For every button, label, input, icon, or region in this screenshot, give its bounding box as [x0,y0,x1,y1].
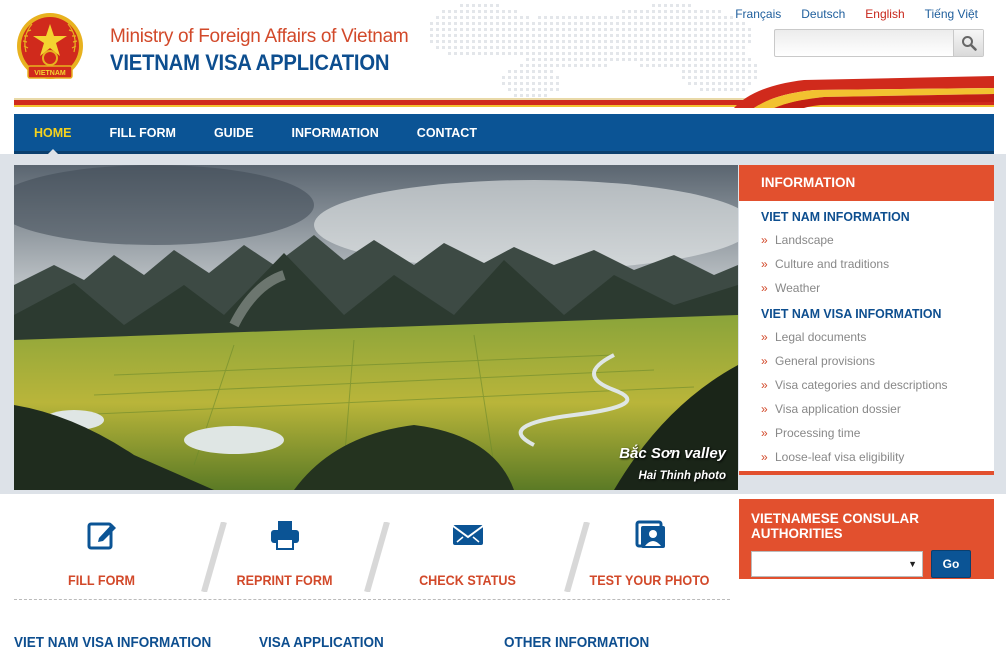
go-button[interactable]: Go [931,550,971,578]
dropdown-arrow-icon: ▼ [908,559,917,569]
nav-information[interactable]: INFORMATION [292,114,379,151]
info-link-processing-time[interactable]: Processing time [761,421,994,445]
printer-icon [270,521,299,550]
bottom-heading-other-information: OTHER INFORMATION [504,634,650,651]
edit-form-icon [87,522,116,550]
nav-guide[interactable]: GUIDE [214,114,254,151]
language-switcher: Français Deutsch English Tiếng Việt [735,7,978,21]
consular-authorities-title: VIETNAMESE CONSULAR AUTHORITIES [751,511,920,541]
info-link-culture[interactable]: Culture and traditions [761,252,994,276]
info-link-visa-dossier[interactable]: Visa application dossier [761,397,994,421]
reprint-form-action-label: REPRINT FORM [236,572,333,588]
lang-deutsch[interactable]: Deutsch [801,7,845,21]
nav-fill-form-label: FILL FORM [109,125,176,140]
lang-english[interactable]: English [865,7,904,21]
nav-contact[interactable]: CONTACT [417,114,477,151]
nav-guide-label: GUIDE [213,125,254,140]
search-box [774,29,984,57]
bottom-heading-visa-information: VIET NAM VISA INFORMATION [14,634,212,651]
info-link-landscape[interactable]: Landscape [761,228,994,252]
header-ribbon-decoration [14,76,994,108]
bottom-heading-visa-application: VISA APPLICATION [259,634,384,651]
lang-francais[interactable]: Français [735,7,781,21]
info-section-heading[interactable]: VIET NAM INFORMATION [761,209,982,224]
envelope-icon [451,525,484,545]
valley-landscape-image [14,165,738,490]
main-navigation: HOME FILL FORM GUIDE INFORMATION CONTACT [14,114,994,155]
hero-photo-credit: Hai Thinh photo [638,470,726,482]
check-status-action[interactable]: CHECK STATUS [380,514,555,598]
ministry-name: Ministry of Foreign Affairs of Vietnam [110,26,409,47]
quick-actions: FILL FORM REPRINT FORM CHECK STATUS TEST… [14,500,730,600]
nav-contact-label: CONTACT [416,125,477,140]
site-header: VIETNAM Ministry of Foreign Affairs of V… [0,0,1006,112]
nav-information-label: INFORMATION [291,125,379,140]
info-link-loose-leaf-visa[interactable]: Loose-leaf visa eligibility [761,445,994,469]
search-button[interactable] [953,30,983,56]
photo-portrait-icon [635,520,665,548]
nav-fill-form[interactable]: FILL FORM [110,114,176,151]
consular-authority-select[interactable]: ▼ [751,551,923,577]
search-input[interactable] [775,30,953,56]
consular-authorities-box: VIETNAMESE CONSULAR AUTHORITIES ▼ Go [739,499,994,579]
info-link-weather[interactable]: Weather [761,276,994,300]
fill-form-action-label: FILL FORM [68,572,135,588]
fill-form-action[interactable]: FILL FORM [14,514,189,598]
information-panel-title: INFORMATION [739,165,994,201]
test-photo-action[interactable]: TEST YOUR PHOTO [562,514,737,598]
info-link-general-provisions[interactable]: General provisions [761,349,994,373]
nav-home[interactable]: HOME [34,114,72,155]
information-panel: INFORMATION VIET NAM INFORMATION Landsca… [739,165,994,475]
magnifier-icon [961,36,977,51]
info-section-heading[interactable]: VIET NAM VISA INFORMATION [761,306,982,321]
hero-photo: Bắc Sơn valley Hai Thinh photo [14,165,738,490]
test-photo-action-label: TEST YOUR PHOTO [589,572,710,588]
nav-home-label: HOME [34,125,72,140]
lang-tieng-viet[interactable]: Tiếng Việt [925,7,978,21]
info-link-visa-categories[interactable]: Visa categories and descriptions [761,373,994,397]
info-link-legal-documents[interactable]: Legal documents [761,325,994,349]
reprint-form-action[interactable]: REPRINT FORM [197,514,372,598]
page: VIETNAM Ministry of Foreign Affairs of V… [0,0,1006,668]
check-status-action-label: CHECK STATUS [419,572,516,588]
hero-caption: Bắc Sơn valley [619,445,726,462]
